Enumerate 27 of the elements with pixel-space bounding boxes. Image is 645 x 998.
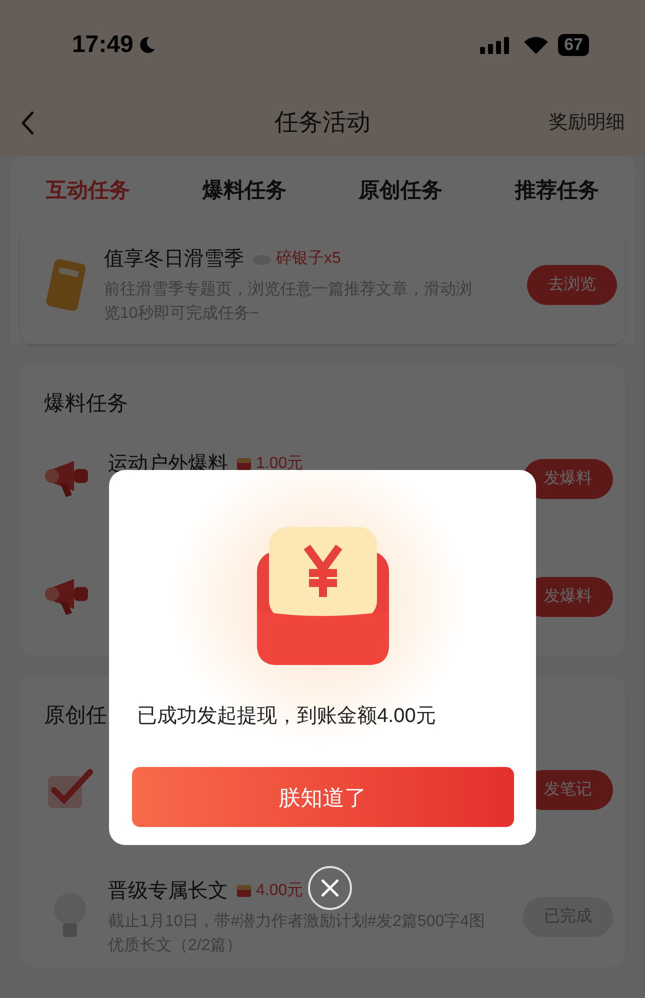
reward-text: 1.00元 bbox=[256, 454, 304, 474]
task-tab[interactable]: 推荐任务 bbox=[514, 175, 599, 207]
dialog-message: 已成功发起提现，到账金额4.00元 bbox=[137, 704, 436, 729]
close-icon bbox=[320, 878, 340, 898]
task-tab[interactable]: 爆料任务 bbox=[202, 175, 286, 207]
reward-text: 4.00元 bbox=[256, 881, 304, 901]
task-title: 值享冬日滑雪季 bbox=[104, 247, 244, 272]
confirm-button[interactable]: 朕知道了 bbox=[132, 767, 514, 827]
section-title: 爆料任务 bbox=[44, 392, 128, 415]
task-tab[interactable]: 互动任务 bbox=[46, 175, 130, 207]
envelope-icon bbox=[236, 884, 252, 898]
reward-text: 碎银子x5 bbox=[276, 248, 341, 269]
wallet-icon bbox=[254, 525, 390, 667]
back-icon[interactable] bbox=[20, 110, 36, 136]
moon-icon bbox=[137, 35, 158, 55]
battery-indicator: 67 bbox=[558, 34, 589, 56]
close-button[interactable] bbox=[308, 866, 352, 910]
clock-time: 17:49 bbox=[72, 30, 134, 60]
task-button[interactable]: 发爆料 bbox=[523, 458, 613, 498]
task-tab[interactable]: 原创任务 bbox=[358, 175, 443, 207]
task-button[interactable]: 去浏览 bbox=[527, 265, 617, 305]
page-title: 任务活动 bbox=[274, 108, 370, 138]
section-title: 原创任 bbox=[44, 704, 107, 726]
envelope-icon bbox=[236, 456, 252, 470]
reward-details-link[interactable]: 奖励明细 bbox=[549, 108, 625, 138]
task-title: 晋级专属长文 bbox=[108, 879, 228, 904]
wifi-icon bbox=[522, 35, 550, 55]
